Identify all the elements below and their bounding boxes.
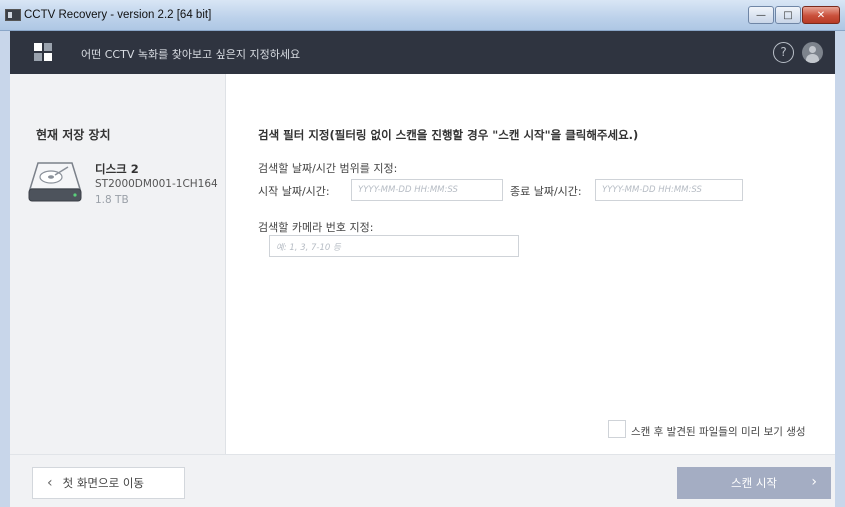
storage-panel: 현재 저장 장치 디스크 2 ST2000DM001-1CH164 1.8 TB	[10, 74, 226, 454]
hard-disk-icon	[28, 162, 82, 202]
main-area: 현재 저장 장치 디스크 2 ST2000DM001-1CH164 1.8 TB…	[10, 74, 835, 454]
storage-panel-title: 현재 저장 장치	[36, 128, 111, 142]
disk-model: ST2000DM001-1CH164	[95, 178, 218, 190]
preview-checkbox[interactable]	[608, 420, 626, 438]
footer-bar: ‹ 첫 화면으로 이동 스캔 시작 ›	[10, 454, 835, 507]
end-datetime-input[interactable]: YYYY-MM-DD HH:MM:SS	[595, 179, 743, 201]
window-title: CCTV Recovery - version 2.2 [64 bit]	[24, 9, 212, 21]
disk-name: 디스크 2	[95, 162, 139, 176]
minimize-button[interactable]: —	[748, 6, 774, 24]
window-border-right	[835, 31, 845, 507]
close-button[interactable]: ✕	[802, 6, 840, 24]
camera-number-label: 검색할 카메라 번호 지정:	[258, 221, 374, 234]
maximize-button[interactable]: □	[775, 6, 801, 24]
app-header: 어떤 CCTV 녹화를 찾아보고 싶은지 지정하세요 ?	[10, 31, 835, 74]
preview-checkbox-label: 스캔 후 발견된 파일들의 미리 보기 생성	[631, 426, 806, 438]
grid-icon[interactable]	[34, 43, 52, 61]
start-datetime-label: 시작 날짜/시간:	[258, 185, 330, 198]
back-button-label: 첫 화면으로 이동	[62, 476, 144, 490]
end-datetime-label: 종료 날짜/시간:	[510, 185, 582, 198]
disk-size: 1.8 TB	[95, 194, 129, 206]
chevron-left-icon: ‹	[47, 475, 53, 491]
filter-panel: 검색 필터 지정(필터링 없이 스캔을 진행할 경우 "스캔 시작"을 클릭해주…	[227, 74, 835, 454]
window-title-bar[interactable]: CCTV Recovery - version 2.2 [64 bit] — □…	[0, 0, 845, 31]
start-datetime-input[interactable]: YYYY-MM-DD HH:MM:SS	[351, 179, 503, 201]
window-border-left	[0, 31, 10, 507]
back-to-home-button[interactable]: ‹ 첫 화면으로 이동	[32, 467, 185, 499]
help-icon[interactable]: ?	[773, 42, 794, 63]
header-instruction: 어떤 CCTV 녹화를 찾아보고 싶은지 지정하세요	[81, 48, 301, 61]
start-scan-button[interactable]: 스캔 시작 ›	[677, 467, 831, 499]
window-controls: — □ ✕	[748, 6, 840, 24]
camera-number-input[interactable]: 예: 1, 3, 7-10 등	[269, 235, 519, 257]
scan-button-label: 스캔 시작	[731, 476, 777, 490]
chevron-right-icon: ›	[811, 474, 817, 490]
date-range-label: 검색할 날짜/시간 범위를 지정:	[258, 162, 398, 175]
app-icon	[5, 9, 21, 21]
user-icon[interactable]	[802, 42, 823, 63]
filter-title: 검색 필터 지정(필터링 없이 스캔을 진행할 경우 "스캔 시작"을 클릭해주…	[258, 128, 639, 142]
